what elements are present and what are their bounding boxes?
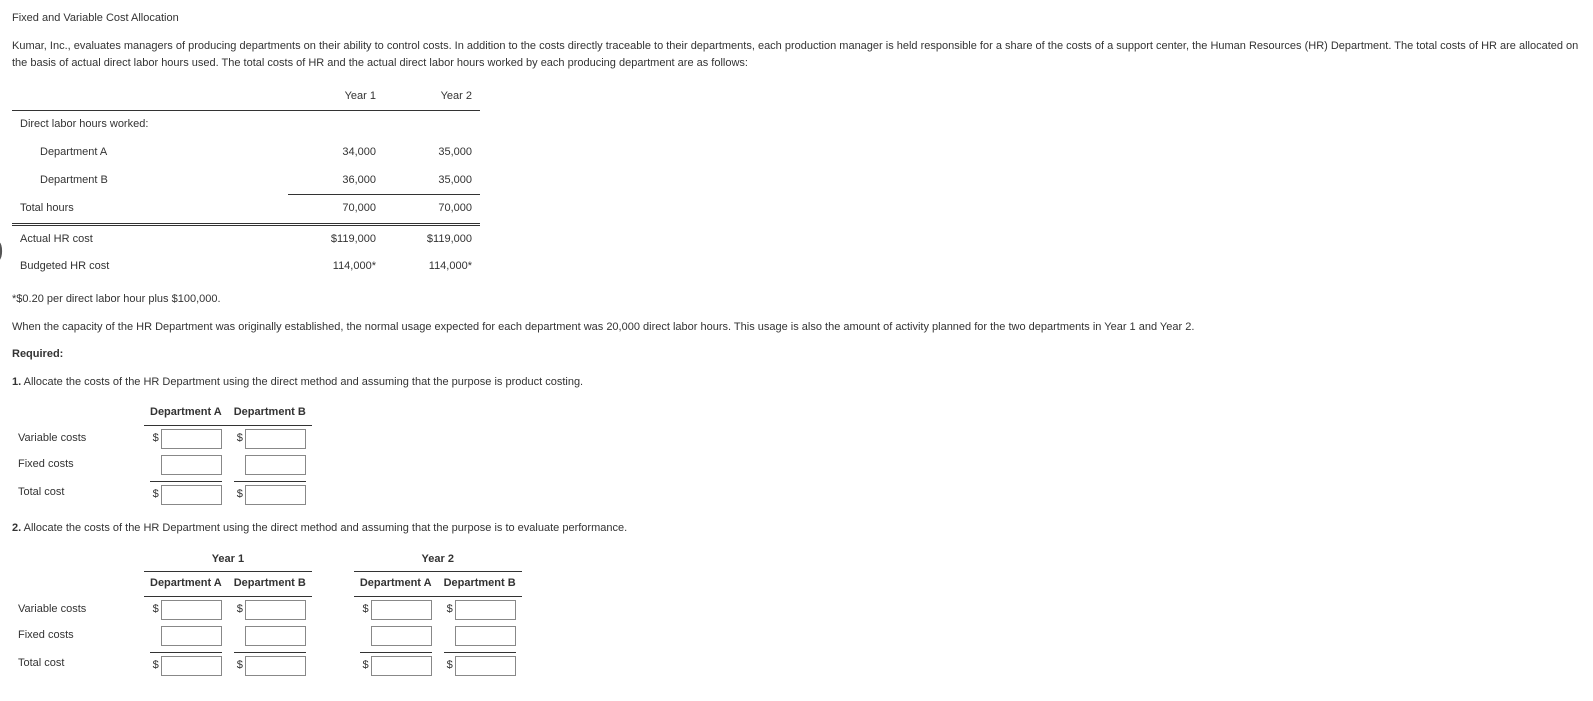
dollar-sign: $ <box>362 657 368 675</box>
dollar-sign: $ <box>237 430 243 448</box>
input-q2-y1-var-B[interactable] <box>245 600 306 620</box>
t2-y1-deptB: Department B <box>228 572 312 597</box>
row-total-label: Total hours <box>12 195 288 225</box>
input-q1-fix-B[interactable] <box>245 455 306 475</box>
t1-col-deptA: Department A <box>144 401 228 425</box>
input-q2-y2-tot-B[interactable] <box>455 656 516 676</box>
row-deptA-label: Department A <box>12 139 288 167</box>
decorative-paren: ) <box>0 228 3 273</box>
dollar-sign: $ <box>237 601 243 619</box>
dollar-sign: $ <box>362 601 368 619</box>
answer-table-2: Year 1 Year 2 Department A Department B … <box>12 548 522 679</box>
intro-paragraph: Kumar, Inc., evaluates managers of produ… <box>12 38 1581 73</box>
input-q1-tot-A[interactable] <box>161 485 222 505</box>
t2-row-variable: Variable costs <box>12 596 144 623</box>
cell-deptA-y2: 35,000 <box>384 139 480 167</box>
cell-actual-y1: $119,000 <box>288 224 384 253</box>
question-1: 1. Allocate the costs of the HR Departme… <box>12 374 1581 392</box>
input-q2-y2-var-B[interactable] <box>455 600 516 620</box>
footnote-text: *$0.20 per direct labor hour plus $100,0… <box>12 291 1581 309</box>
question-2: 2. Allocate the costs of the HR Departme… <box>12 520 1581 538</box>
cell-budget-y2: 114,000* <box>384 253 480 281</box>
t1-row-variable: Variable costs <box>12 425 144 452</box>
q1-number: 1. <box>12 376 21 388</box>
q2-number: 2. <box>12 522 21 534</box>
input-q2-y2-tot-A[interactable] <box>371 656 432 676</box>
cell-deptB-y1: 36,000 <box>288 167 384 195</box>
input-q1-fix-A[interactable] <box>161 455 222 475</box>
cell-deptB-y2: 35,000 <box>384 167 480 195</box>
col-year2: Year 2 <box>384 83 480 111</box>
col-year1: Year 1 <box>288 83 384 111</box>
t2-year2: Year 2 <box>354 548 522 572</box>
row-actual-label: Actual HR cost <box>12 224 288 253</box>
q1-text: Allocate the costs of the HR Department … <box>21 376 583 388</box>
cell-deptA-y1: 34,000 <box>288 139 384 167</box>
input-q2-y1-fix-A[interactable] <box>161 626 222 646</box>
cell-budget-y1: 114,000* <box>288 253 384 281</box>
dollar-sign: $ <box>237 486 243 504</box>
data-table-1: Year 1 Year 2 Direct labor hours worked:… <box>12 83 480 281</box>
t2-row-fixed: Fixed costs <box>12 623 144 649</box>
row-budget-label: Budgeted HR cost <box>12 253 288 281</box>
input-q2-y1-tot-B[interactable] <box>245 656 306 676</box>
t2-row-total: Total cost <box>12 649 144 679</box>
input-q2-y2-fix-B[interactable] <box>455 626 516 646</box>
t2-y2-deptB: Department B <box>438 572 522 597</box>
input-q2-y1-var-A[interactable] <box>161 600 222 620</box>
row-dlh-header: Direct labor hours worked: <box>12 111 288 139</box>
input-q1-tot-B[interactable] <box>245 485 306 505</box>
answer-table-1: Department A Department B Variable costs… <box>12 401 312 508</box>
dollar-sign: $ <box>153 601 159 619</box>
t2-y2-deptA: Department A <box>354 572 438 597</box>
t1-row-total: Total cost <box>12 478 144 508</box>
required-label: Required: <box>12 346 1581 364</box>
dollar-sign: $ <box>153 657 159 675</box>
dollar-sign: $ <box>447 657 453 675</box>
page-title: Fixed and Variable Cost Allocation <box>12 10 1581 28</box>
cell-actual-y2: $119,000 <box>384 224 480 253</box>
input-q1-var-B[interactable] <box>245 429 306 449</box>
capacity-paragraph: When the capacity of the HR Department w… <box>12 319 1581 337</box>
input-q2-y1-fix-B[interactable] <box>245 626 306 646</box>
t2-y1-deptA: Department A <box>144 572 228 597</box>
t2-year1: Year 1 <box>144 548 312 572</box>
row-deptB-label: Department B <box>12 167 288 195</box>
input-q1-var-A[interactable] <box>161 429 222 449</box>
cell-total-y1: 70,000 <box>288 195 384 225</box>
input-q2-y1-tot-A[interactable] <box>161 656 222 676</box>
dollar-sign: $ <box>237 657 243 675</box>
cell-total-y2: 70,000 <box>384 195 480 225</box>
dollar-sign: $ <box>153 430 159 448</box>
input-q2-y2-fix-A[interactable] <box>371 626 432 646</box>
dollar-sign: $ <box>447 601 453 619</box>
input-q2-y2-var-A[interactable] <box>371 600 432 620</box>
dollar-sign: $ <box>153 486 159 504</box>
t1-row-fixed: Fixed costs <box>12 452 144 478</box>
t1-col-deptB: Department B <box>228 401 312 425</box>
q2-text: Allocate the costs of the HR Department … <box>21 522 627 534</box>
